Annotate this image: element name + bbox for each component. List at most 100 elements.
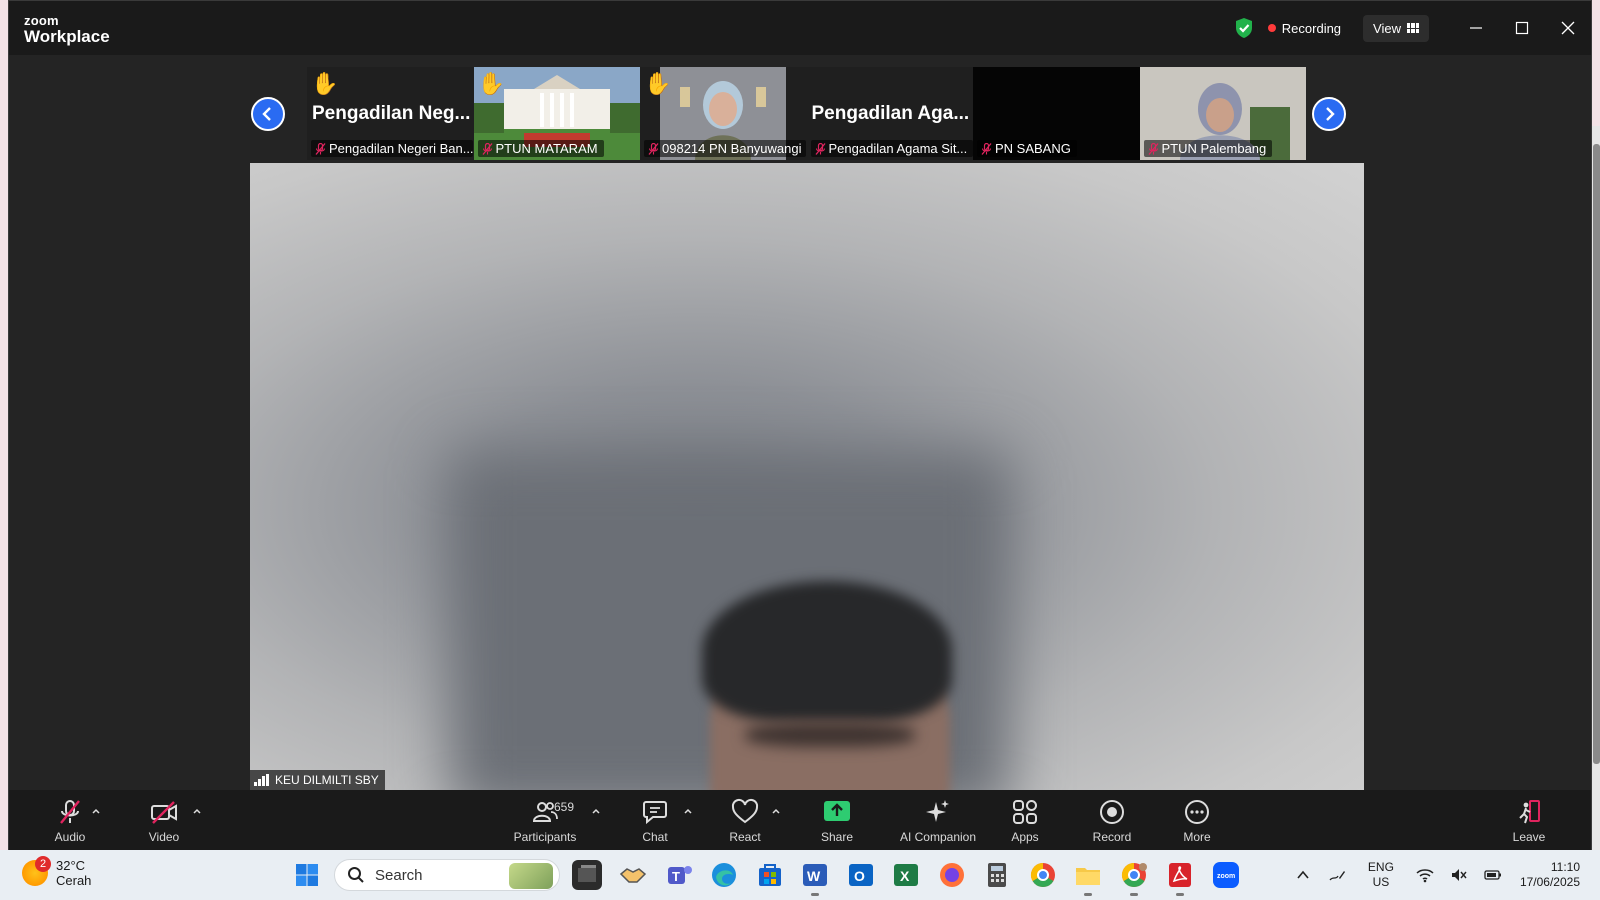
share-screen-icon [824, 801, 850, 821]
maximize-icon [1515, 21, 1529, 35]
battery-icon[interactable] [1484, 866, 1502, 884]
video-button[interactable]: Video [139, 790, 189, 851]
audio-options-chevron-up-icon[interactable] [91, 806, 101, 816]
video-options-chevron-up-icon[interactable] [192, 806, 202, 816]
speaker-muted-icon[interactable] [1450, 866, 1468, 884]
minimize-button[interactable] [1453, 1, 1499, 55]
react-options-chevron-up-icon[interactable] [771, 806, 781, 816]
participant-tile[interactable]: ✋ Pengadilan Neg... Pengadilan Negeri Ban.… [307, 67, 474, 160]
window-scrollbar[interactable] [1592, 126, 1600, 851]
active-speaker-video[interactable]: KEU DILMILTI SBY [250, 163, 1364, 790]
sparkle-icon [926, 800, 949, 822]
apps-icon [1013, 800, 1037, 824]
taskbar-app-pinned[interactable] [618, 860, 648, 890]
participant-tile[interactable]: PTUN Palembang [1139, 67, 1306, 160]
taskbar-app-file-explorer[interactable] [1073, 860, 1103, 896]
chat-options-chevron-up-icon[interactable] [683, 806, 693, 816]
taskbar-app-chrome-profile[interactable] [1119, 860, 1149, 896]
maximize-button[interactable] [1499, 1, 1545, 55]
calculator-icon [988, 863, 1006, 887]
gallery-prev-button[interactable] [251, 97, 285, 131]
title-bar: zoom Workplace Recording View [9, 1, 1591, 55]
task-view-icon [578, 865, 596, 882]
windows-logo-icon [296, 864, 318, 886]
participant-tile[interactable]: ✋ PTUN MATARAM [473, 67, 640, 160]
encryption-shield-icon[interactable] [1234, 17, 1254, 39]
audio-button[interactable]: Audio [45, 790, 95, 851]
logo-workplace-text: Workplace [24, 27, 110, 46]
weather-widget[interactable]: 2 32°C Cerah [22, 856, 91, 888]
recording-dot-icon [1267, 24, 1276, 32]
leave-label: Leave [1512, 830, 1546, 844]
pen-input-icon[interactable] [1328, 866, 1346, 884]
raised-hand-icon: ✋ [644, 71, 672, 96]
taskbar-app-edge[interactable] [709, 860, 739, 890]
svg-text:X: X [900, 868, 910, 884]
svg-text:T: T [672, 869, 680, 884]
record-button[interactable]: Record [1089, 790, 1135, 851]
apps-button[interactable]: Apps [1005, 790, 1045, 851]
search-placeholder: Search [375, 866, 423, 884]
gallery-next-button[interactable] [1312, 97, 1346, 131]
chat-button[interactable]: Chat [635, 790, 675, 851]
react-button[interactable]: React [725, 790, 765, 851]
ai-companion-button[interactable]: AI Companion [886, 790, 990, 851]
taskbar-app-chrome[interactable] [1028, 860, 1058, 890]
close-button[interactable] [1545, 1, 1591, 55]
taskbar-app-outlook[interactable]: O [846, 860, 876, 890]
speaker-eyes [745, 723, 915, 747]
participant-tile[interactable]: PN SABANG [973, 67, 1140, 160]
clock-time: 11:10 [1550, 860, 1580, 874]
participant-name: PTUN Palembang [1161, 141, 1267, 156]
leave-button[interactable]: Leave [1509, 790, 1549, 851]
participant-name: PN SABANG [995, 141, 1071, 156]
search-highlight-image [509, 863, 553, 889]
view-button[interactable]: View [1363, 14, 1429, 42]
more-options-icon [1185, 800, 1209, 824]
language-indicator[interactable]: ENG US [1368, 860, 1394, 890]
taskbar-search-box[interactable]: Search [334, 859, 560, 891]
record-label: Record [1092, 830, 1132, 844]
leave-icon [1519, 800, 1540, 824]
taskbar-app-calculator[interactable] [982, 860, 1012, 890]
signal-strength-icon [254, 774, 269, 786]
microphone-muted-icon [60, 800, 80, 824]
taskbar-app-acrobat[interactable] [1165, 860, 1195, 896]
taskbar-app-excel[interactable]: X [891, 860, 921, 890]
participants-button[interactable]: Participants [503, 790, 587, 851]
apps-label: Apps [1011, 830, 1039, 844]
participants-options-chevron-up-icon[interactable] [591, 806, 601, 816]
word-icon: W [803, 864, 827, 886]
edge-browser-icon [712, 863, 736, 887]
taskbar-app-store[interactable] [755, 860, 785, 890]
taskbar-app-firefox[interactable] [937, 860, 967, 890]
react-label: React [729, 830, 761, 844]
share-label: Share [820, 830, 854, 844]
system-clock[interactable]: 11:10 17/06/2025 [1520, 860, 1580, 890]
share-button[interactable]: Share [813, 790, 861, 851]
excel-icon: X [894, 864, 918, 886]
participant-tile[interactable]: ✋ 098214 PN Banyuwangi [640, 67, 807, 160]
taskbar-app-word[interactable]: W [800, 860, 830, 896]
scrollbar-thumb[interactable] [1593, 144, 1600, 764]
speaker-hair [702, 581, 952, 721]
microphone-muted-icon [481, 143, 493, 155]
participant-name-label: 098214 PN Banyuwangi [644, 140, 806, 157]
participant-display-name: Pengadilan Neg... [312, 103, 471, 124]
participant-tile[interactable]: Pengadilan Aga... Pengadilan Agama Sit... [806, 67, 973, 160]
gallery-grid-icon [1407, 23, 1419, 33]
language-code: ENG [1367, 860, 1394, 874]
taskbar-app-teams[interactable]: T [664, 860, 694, 890]
recording-label: Recording [1281, 20, 1342, 36]
show-hidden-icons-chevron-up-icon[interactable] [1294, 866, 1312, 884]
participant-name: PTUN MATARAM [495, 141, 598, 156]
microphone-muted-icon [814, 143, 826, 155]
start-button[interactable] [292, 860, 322, 890]
more-button[interactable]: More [1177, 790, 1217, 851]
recording-indicator[interactable]: Recording [1267, 20, 1342, 36]
participant-name: Pengadilan Agama Sit... [828, 141, 968, 156]
wifi-icon[interactable] [1416, 866, 1434, 884]
taskbar-app-zoom[interactable]: zoom [1211, 860, 1241, 890]
task-view-button[interactable] [572, 860, 602, 890]
record-icon [1100, 800, 1124, 824]
